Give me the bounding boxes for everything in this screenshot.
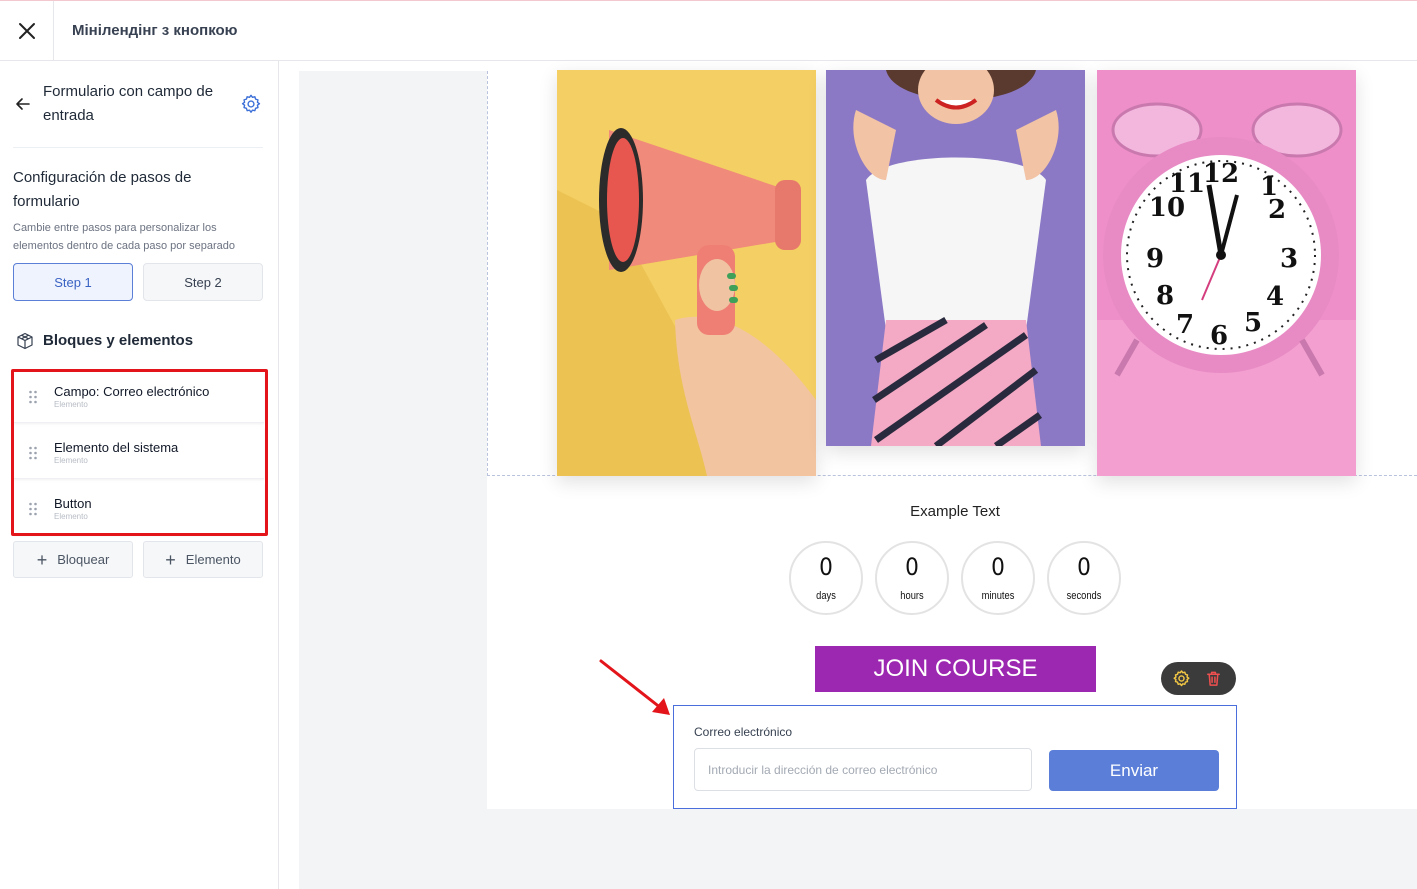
svg-text:6: 6: [1210, 321, 1228, 351]
settings-gear-icon[interactable]: [240, 93, 262, 115]
trash-icon[interactable]: [1204, 669, 1223, 688]
countdown-label: hours: [900, 590, 924, 602]
svg-text:2: 2: [1268, 195, 1286, 225]
plus-icon: +: [165, 549, 176, 570]
image-gallery-section[interactable]: 12 1 2 345 678 9 10 11: [487, 70, 1417, 476]
countdown-value: 0: [905, 553, 919, 581]
divider: [13, 147, 263, 148]
steps-heading: Configuración de pasos de formulario: [13, 169, 192, 210]
email-form-block[interactable]: Correo electrónico Enviar: [673, 705, 1237, 809]
annotation-highlight-box: [11, 369, 268, 536]
svg-text:7: 7: [1176, 310, 1194, 340]
svg-text:11: 11: [1169, 169, 1205, 199]
add-block-button[interactable]: + Bloquear: [13, 541, 133, 578]
countdown-hours: 0 hours: [875, 541, 949, 615]
page-title: Мінілендінг з кнопкою: [72, 22, 238, 39]
join-course-button[interactable]: JOIN COURSE: [815, 646, 1096, 692]
countdown-label: minutes: [981, 590, 1015, 602]
countdown-value: 0: [819, 553, 833, 581]
svg-text:8: 8: [1156, 281, 1174, 311]
countdown-days: 0 days: [789, 541, 863, 615]
countdown-minutes: 0 minutes: [961, 541, 1035, 615]
plus-icon: +: [36, 549, 48, 570]
step-2-button[interactable]: Step 2: [143, 263, 263, 301]
divider: [53, 1, 54, 61]
email-field-label: Correo electrónico: [694, 725, 793, 739]
element-toolbar: [1161, 662, 1236, 695]
email-field[interactable]: [694, 748, 1032, 791]
settings-gear-icon[interactable]: [1172, 669, 1191, 688]
blocks-cube-icon: [17, 332, 33, 350]
megaphone-image: [557, 70, 816, 476]
step-1-button[interactable]: Step 1: [13, 263, 133, 301]
form-title: Formulario con campo de entrada: [43, 83, 214, 124]
example-text: Example Text: [910, 503, 1000, 520]
top-bar: Мінілендінг з кнопкою: [0, 0, 1417, 61]
svg-text:4: 4: [1266, 282, 1284, 312]
close-icon[interactable]: [14, 18, 40, 44]
svg-text:9: 9: [1146, 244, 1164, 274]
steps-description: Cambie entre pasos para personalizar los…: [13, 222, 235, 252]
sidebar: Formulario con campo de entrada Configur…: [0, 61, 279, 889]
submit-button[interactable]: Enviar: [1049, 750, 1219, 791]
countdown-label: days: [816, 590, 836, 602]
countdown-value: 0: [991, 553, 1005, 581]
countdown-seconds: 0 seconds: [1047, 541, 1121, 615]
svg-text:3: 3: [1280, 244, 1298, 274]
alarm-clock-image: 12 1 2 345 678 9 10 11: [1097, 70, 1356, 476]
add-block-label: Bloquear: [57, 552, 110, 567]
countdown-value: 0: [1077, 553, 1091, 581]
svg-text:12: 12: [1203, 159, 1239, 189]
add-element-button[interactable]: + Elemento: [143, 541, 263, 578]
countdown-label: seconds: [1066, 590, 1102, 602]
svg-text:5: 5: [1244, 308, 1262, 338]
back-arrow-icon[interactable]: [14, 95, 32, 113]
blocks-heading: Bloques y elementos: [43, 332, 194, 349]
woman-image: [826, 70, 1085, 446]
annotation-arrow-icon: [599, 659, 670, 715]
add-element-label: Elemento: [185, 552, 241, 567]
